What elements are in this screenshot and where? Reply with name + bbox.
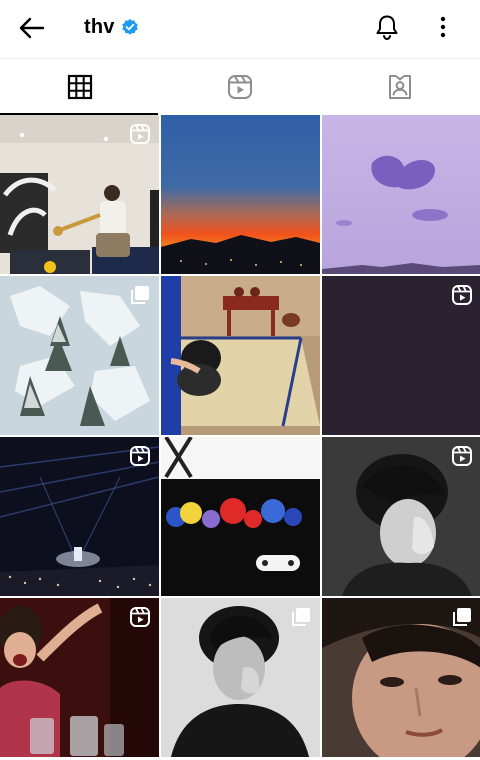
reel-badge-icon [130,446,150,466]
more-options-button[interactable] [428,10,458,44]
multiple-posts-icon [453,608,471,626]
post-thumbnail [322,115,480,274]
tab-tagged[interactable] [320,59,480,115]
tagged-person-icon [389,75,411,99]
grid-post-12[interactable] [322,598,480,757]
username-row: thv [84,14,139,40]
multiple-posts-icon [292,608,310,626]
reel-badge-icon [452,285,472,305]
post-thumbnail [161,437,320,596]
grid-post-2[interactable] [161,115,320,274]
grid-post-11[interactable] [161,598,320,757]
grid-post-3[interactable] [322,115,480,274]
grid-post-1[interactable] [0,115,159,274]
grid-post-9[interactable] [322,437,480,596]
posts-grid [0,115,480,760]
reel-badge-icon [130,607,150,627]
reel-badge-icon [130,124,150,144]
tab-posts[interactable] [0,59,160,115]
notifications-button[interactable] [370,10,404,44]
grid-post-6[interactable] [322,276,480,435]
verified-badge-icon [121,18,138,35]
profile-username: thv [84,15,115,38]
grid-post-10[interactable] [0,598,159,757]
tab-reels[interactable] [160,59,320,115]
post-thumbnail [161,115,320,274]
grid-post-4[interactable] [0,276,159,435]
arrow-left-icon [19,17,45,39]
bell-icon [376,15,398,41]
grid-post-5[interactable] [161,276,320,435]
multiple-posts-icon [131,286,149,304]
more-vertical-icon [440,16,446,38]
back-button[interactable] [16,12,48,44]
reel-badge-icon [452,446,472,466]
post-thumbnail [161,276,320,435]
reels-icon [228,75,252,99]
grid-icon [67,74,93,100]
grid-post-8[interactable] [161,437,320,596]
grid-post-7[interactable] [0,437,159,596]
profile-header: thv [0,0,480,56]
profile-tabs [0,58,480,115]
